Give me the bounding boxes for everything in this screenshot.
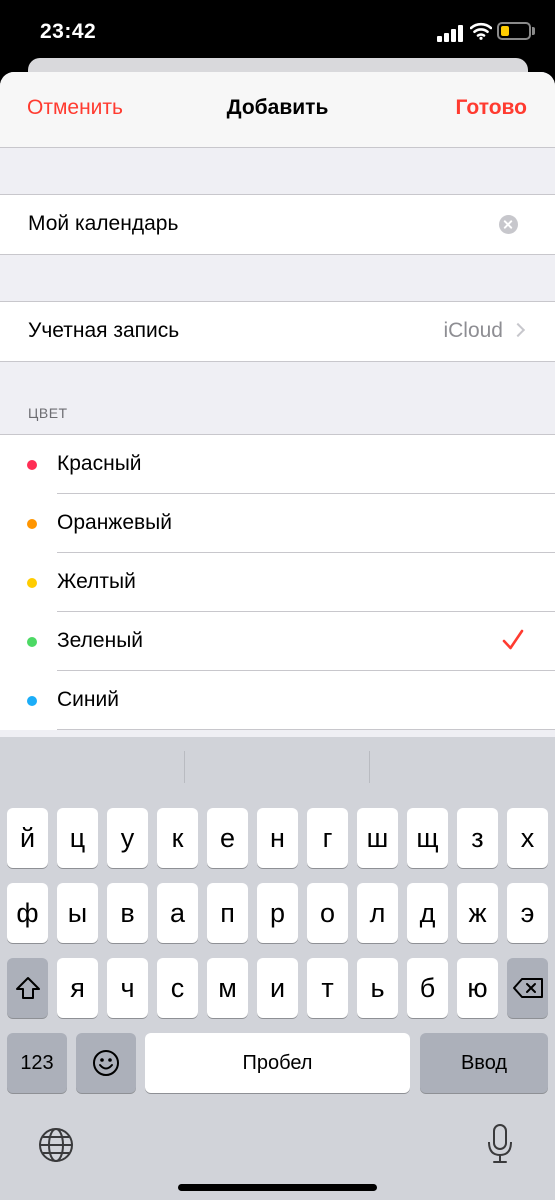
key-о[interactable]: о [307, 883, 348, 943]
key-с[interactable]: с [157, 958, 198, 1018]
delete-key[interactable] [507, 958, 548, 1018]
color-section-header: ЦВЕТ [28, 405, 68, 421]
key-р[interactable]: р [257, 883, 298, 943]
key-д[interactable]: д [407, 883, 448, 943]
key-м[interactable]: м [207, 958, 248, 1018]
key-ю[interactable]: ю [457, 958, 498, 1018]
key-х[interactable]: х [507, 808, 548, 868]
color-dot [27, 637, 37, 647]
key-й[interactable]: й [7, 808, 48, 868]
home-indicator [178, 1184, 377, 1191]
color-option-red[interactable]: Красный [0, 435, 555, 494]
numbers-key[interactable]: 123 [7, 1033, 67, 1093]
color-label: Зеленый [57, 629, 144, 652]
key-щ[interactable]: щ [407, 808, 448, 868]
key-л[interactable]: л [357, 883, 398, 943]
keyboard: й ц у к е н г ш щ з х ф ы в а п р о л д … [0, 737, 555, 1200]
emoji-key[interactable] [76, 1033, 136, 1093]
space-key[interactable]: Пробел [145, 1033, 410, 1093]
key-ц[interactable]: ц [57, 808, 98, 868]
key-я[interactable]: я [57, 958, 98, 1018]
color-option-yellow[interactable]: Желтый [0, 553, 555, 612]
key-ь[interactable]: ь [357, 958, 398, 1018]
color-label: Желтый [57, 570, 136, 593]
signal-icon [437, 24, 465, 42]
key-ж[interactable]: ж [457, 883, 498, 943]
divider [0, 361, 555, 362]
color-dot [27, 696, 37, 706]
status-time: 23:42 [40, 20, 97, 43]
account-row[interactable]: Учетная запись iCloud [0, 302, 555, 361]
color-dot [27, 578, 37, 588]
shift-key[interactable] [7, 958, 48, 1018]
backspace-icon [512, 978, 543, 998]
key-з[interactable]: з [457, 808, 498, 868]
color-dot [27, 519, 37, 529]
key-ы[interactable]: ы [57, 883, 98, 943]
battery-cap [532, 27, 535, 35]
color-label: Оранжевый [57, 511, 172, 534]
account-value: iCloud [443, 319, 503, 342]
key-б[interactable]: б [407, 958, 448, 1018]
wifi-icon [470, 22, 492, 40]
account-label: Учетная запись [28, 319, 180, 342]
done-button[interactable]: Готово [456, 96, 527, 120]
key-г[interactable]: г [307, 808, 348, 868]
color-option-green[interactable]: Зеленый [0, 612, 555, 671]
return-key[interactable]: Ввод [420, 1033, 548, 1093]
key-е[interactable]: е [207, 808, 248, 868]
key-п[interactable]: п [207, 883, 248, 943]
key-н[interactable]: н [257, 808, 298, 868]
color-label: Красный [57, 452, 142, 475]
navigation-bar: Отменить Добавить Готово [0, 72, 555, 148]
calendar-name-field[interactable]: Мой календарь [0, 195, 555, 254]
microphone-icon[interactable] [486, 1123, 514, 1165]
key-ш[interactable]: ш [357, 808, 398, 868]
color-dot [27, 460, 37, 470]
key-т[interactable]: т [307, 958, 348, 1018]
clear-icon[interactable] [499, 215, 518, 234]
calendar-name-value[interactable]: Мой календарь [28, 212, 178, 236]
globe-icon[interactable] [37, 1126, 75, 1164]
key-в[interactable]: в [107, 883, 148, 943]
shift-icon [15, 977, 40, 999]
predictive-divider [369, 751, 370, 783]
key-а[interactable]: а [157, 883, 198, 943]
key-ч[interactable]: ч [107, 958, 148, 1018]
divider [0, 254, 555, 255]
color-option-blue[interactable]: Синий [0, 671, 555, 730]
battery-icon [497, 22, 531, 40]
predictive-divider [184, 751, 185, 783]
divider [57, 729, 555, 730]
key-у[interactable]: у [107, 808, 148, 868]
chevron-right-icon [510, 322, 526, 338]
key-и[interactable]: и [257, 958, 298, 1018]
emoji-icon [93, 1050, 119, 1076]
checkmark-icon [502, 629, 524, 650]
key-к[interactable]: к [157, 808, 198, 868]
key-ф[interactable]: ф [7, 883, 48, 943]
color-option-orange[interactable]: Оранжевый [0, 494, 555, 553]
color-label: Синий [57, 688, 119, 711]
key-э[interactable]: э [507, 883, 548, 943]
